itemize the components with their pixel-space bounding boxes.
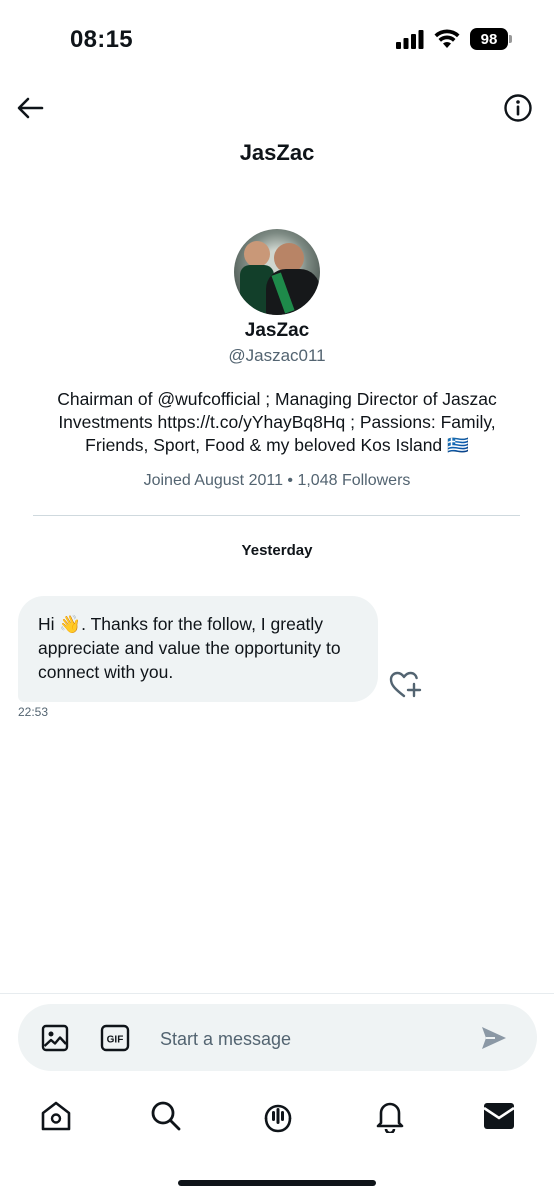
status-time: 08:15: [70, 26, 133, 53]
composer-divider: [0, 993, 554, 994]
notifications-icon: [376, 1102, 404, 1133]
home-icon: [41, 1101, 71, 1131]
tab-notifications[interactable]: [370, 1096, 410, 1136]
messages-icon: [483, 1103, 515, 1129]
profile-divider: [33, 515, 520, 516]
tab-search[interactable]: [146, 1096, 186, 1136]
wifi-icon: [434, 29, 460, 48]
add-gif-button[interactable]: GIF: [100, 1024, 130, 1052]
avatar-child-figure: [244, 241, 270, 267]
back-button[interactable]: [10, 90, 50, 126]
spaces-icon: [264, 1104, 292, 1133]
search-icon: [151, 1101, 181, 1131]
conversation-title: JasZac: [239, 140, 315, 165]
message-bubble[interactable]: Hi 👋. Thanks for the follow, I greatly a…: [18, 596, 378, 702]
info-icon: [504, 94, 532, 122]
add-reaction-button[interactable]: [389, 670, 423, 700]
back-arrow-icon: [17, 97, 44, 119]
tab-messages[interactable]: [479, 1096, 519, 1136]
battery-indicator: 98: [470, 28, 512, 50]
heart-plus-icon: [389, 671, 422, 698]
add-image-button[interactable]: [40, 1023, 70, 1053]
profile-handle[interactable]: @Jaszac011: [0, 346, 554, 366]
image-icon: [41, 1024, 69, 1052]
profile-meta: Joined August 2011 • 1,048 Followers: [143, 472, 411, 489]
message-timestamp: 22:53: [18, 705, 49, 719]
tab-spaces[interactable]: [258, 1096, 298, 1136]
tab-home[interactable]: [36, 1096, 76, 1136]
message-input[interactable]: [158, 1018, 462, 1060]
info-button[interactable]: [500, 90, 536, 126]
date-separator: Yesterday: [241, 542, 313, 559]
profile-avatar[interactable]: [234, 229, 320, 315]
signal-icon: [396, 30, 424, 49]
gif-label: GIF: [107, 1035, 124, 1046]
gif-icon: GIF: [100, 1024, 130, 1052]
send-icon: [482, 1027, 506, 1049]
message-composer: GIF: [18, 1004, 537, 1071]
send-button[interactable]: [479, 1024, 509, 1052]
profile-bio: Chairman of @wufcofficial ; Managing Dir…: [57, 389, 497, 455]
profile-name[interactable]: JasZac: [0, 320, 554, 342]
battery-level: 98: [480, 30, 498, 48]
status-icons: 98: [396, 28, 512, 50]
home-indicator[interactable]: [178, 1180, 376, 1186]
